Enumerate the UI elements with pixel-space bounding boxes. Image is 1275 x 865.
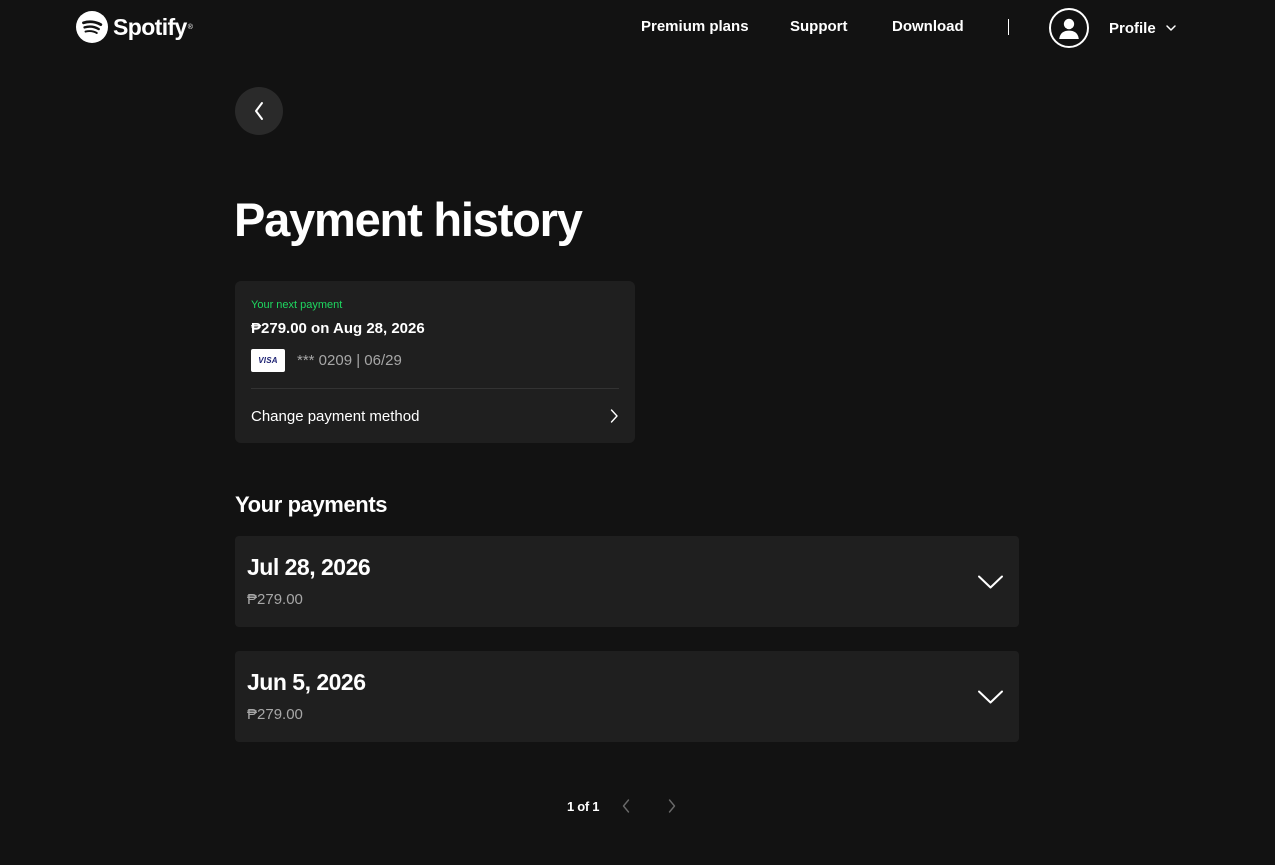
profile-menu-button[interactable]: Profile xyxy=(1049,8,1177,48)
registered-mark: ® xyxy=(187,23,193,31)
spotify-logo[interactable]: Spotify ® xyxy=(76,11,193,43)
chevron-down-icon xyxy=(978,690,1003,704)
top-navigation: Spotify ® Premium plans Support Download … xyxy=(0,0,1275,55)
nav-divider xyxy=(1008,19,1009,35)
next-payment-label: Your next payment xyxy=(251,299,343,311)
spotify-logo-icon xyxy=(76,11,108,43)
next-payment-amount: ₱279.00 on Aug 28, 2026 xyxy=(251,320,425,337)
visa-card-icon: VISA xyxy=(251,348,285,372)
chevron-left-icon xyxy=(622,799,630,813)
payment-amount: ₱279.00 xyxy=(247,591,303,608)
profile-label: Profile xyxy=(1109,19,1156,37)
change-payment-method-button[interactable]: Change payment method xyxy=(235,389,635,443)
page-title: Payment history xyxy=(234,193,583,246)
your-payments-heading: Your payments xyxy=(235,492,388,517)
payment-item[interactable]: Jun 5, 2026 ₱279.00 xyxy=(235,651,1019,742)
user-icon xyxy=(1059,18,1079,39)
chevron-right-icon xyxy=(668,799,676,813)
payment-item[interactable]: Jul 28, 2026 ₱279.00 xyxy=(235,536,1019,627)
previous-page-button[interactable] xyxy=(614,795,638,817)
payment-card-info: VISA *** 0209 | 06/29 xyxy=(251,348,402,372)
page-indicator: 1 of 1 xyxy=(567,798,600,814)
change-payment-method-label: Change payment method xyxy=(251,407,420,425)
card-details: *** 0209 | 06/29 xyxy=(297,351,402,369)
chevron-right-icon xyxy=(610,409,618,423)
payment-date: Jun 5, 2026 xyxy=(247,669,366,695)
next-page-button[interactable] xyxy=(660,795,684,817)
nav-download[interactable]: Download xyxy=(892,18,964,35)
avatar xyxy=(1049,8,1089,48)
back-button[interactable] xyxy=(235,87,283,135)
chevron-down-icon xyxy=(1165,25,1176,31)
brand-name: Spotify xyxy=(113,13,187,40)
payment-date: Jul 28, 2026 xyxy=(247,554,371,580)
pagination: 1 of 1 xyxy=(567,795,684,817)
chevron-left-icon xyxy=(255,102,263,120)
nav-support[interactable]: Support xyxy=(790,18,848,35)
payment-amount: ₱279.00 xyxy=(247,706,303,723)
chevron-down-icon xyxy=(978,575,1003,589)
nav-premium-plans[interactable]: Premium plans xyxy=(641,18,749,35)
next-payment-card: Your next payment ₱279.00 on Aug 28, 202… xyxy=(235,281,635,443)
